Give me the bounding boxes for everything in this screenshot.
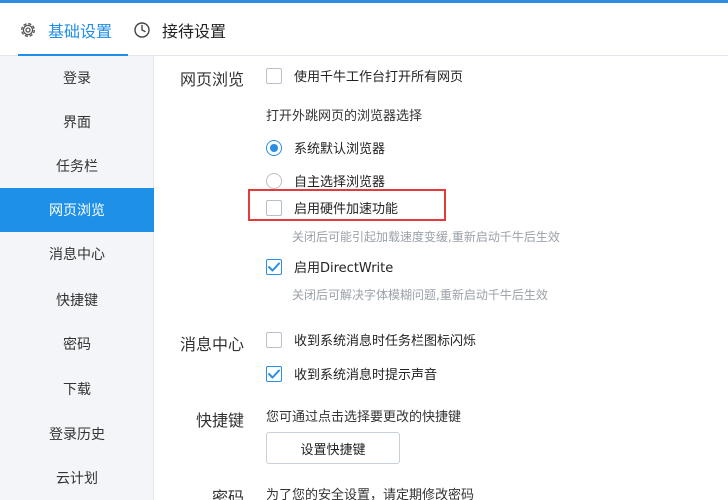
open-all-pages-checkbox[interactable]: [266, 67, 282, 84]
open-all-pages-option[interactable]: 使用千牛工作台打开所有网页: [266, 66, 463, 85]
checkmark-icon: [268, 369, 280, 378]
flash-taskbar-label: 收到系统消息时任务栏图标闪烁: [294, 334, 477, 349]
section-title-password: 密码: [212, 488, 245, 500]
hardware-accel-option[interactable]: 启用硬件加速功能: [266, 198, 398, 217]
default-browser-option[interactable]: 系统默认浏览器: [266, 138, 385, 157]
custom-browser-label: 自主选择浏览器: [294, 175, 386, 190]
settings-tab-bar: 基础设置 接待设置: [0, 3, 728, 56]
hardware-accel-hint: 关闭后可能引起加载速度变缓,重新启动千牛后生效: [292, 230, 560, 244]
directwrite-checkbox[interactable]: [266, 258, 282, 275]
sidebar-item-shortcuts[interactable]: 快捷键: [0, 278, 154, 322]
sidebar-item-label: 消息中心: [49, 247, 105, 263]
settings-sidebar: 登录 界面 任务栏 网页浏览 消息中心 快捷键 密码 下载 登录历史 云计划: [0, 56, 154, 500]
sidebar-item-label: 快捷键: [56, 293, 98, 309]
sidebar-item-label: 界面: [63, 115, 91, 131]
sidebar-item-label: 云计划: [56, 471, 98, 487]
section-title-shortcuts: 快捷键: [196, 411, 245, 430]
sidebar-item-cloud-plan[interactable]: 云计划: [0, 456, 154, 500]
sound-alert-checkbox[interactable]: [266, 365, 282, 382]
sidebar-item-login[interactable]: 登录: [0, 56, 154, 100]
sidebar-item-taskbar[interactable]: 任务栏: [0, 144, 154, 188]
tab-reception-settings[interactable]: 接待设置: [132, 3, 226, 56]
clock-icon: [132, 20, 152, 40]
flash-taskbar-option[interactable]: 收到系统消息时任务栏图标闪烁: [266, 330, 476, 349]
directwrite-option[interactable]: 启用DirectWrite: [266, 257, 393, 276]
hardware-accel-checkbox[interactable]: [266, 199, 282, 216]
section-title-message-center: 消息中心: [180, 335, 245, 354]
set-shortcuts-button[interactable]: 设置快捷键: [266, 432, 400, 464]
radio-selected-dot: [270, 143, 278, 152]
sidebar-item-label: 网页浏览: [49, 203, 105, 219]
settings-content: 网页浏览 使用千牛工作台打开所有网页 打开外跳网页的浏览器选择 系统默认浏览器 …: [155, 56, 728, 500]
sidebar-item-label: 任务栏: [56, 159, 98, 175]
checkmark-icon: [268, 262, 280, 271]
sound-alert-label: 收到系统消息时提示声音: [294, 368, 438, 383]
custom-browser-radio[interactable]: [266, 172, 282, 189]
sidebar-item-label: 下载: [63, 382, 91, 398]
tab-basic-settings[interactable]: 基础设置: [18, 3, 129, 56]
gear-icon: [18, 20, 38, 40]
sidebar-item-download[interactable]: 下载: [0, 367, 154, 411]
directwrite-hint: 关闭后可解决字体模糊问题,重新启动千牛后生效: [292, 288, 548, 302]
section-title-web-browsing: 网页浏览: [180, 70, 245, 89]
sound-alert-option[interactable]: 收到系统消息时提示声音: [266, 364, 437, 383]
sidebar-item-password[interactable]: 密码: [0, 322, 154, 366]
sidebar-item-label: 登录历史: [49, 427, 105, 443]
default-browser-radio[interactable]: [266, 139, 282, 156]
tab-reception-settings-label: 接待设置: [162, 21, 227, 41]
hardware-accel-label: 启用硬件加速功能: [294, 202, 399, 217]
password-description: 为了您的安全设置，请定期修改密码: [266, 488, 475, 500]
directwrite-label: 启用DirectWrite: [294, 261, 394, 276]
open-all-pages-label: 使用千牛工作台打开所有网页: [294, 70, 464, 85]
sidebar-item-interface[interactable]: 界面: [0, 100, 154, 144]
sidebar-item-message-center[interactable]: 消息中心: [0, 232, 154, 276]
sidebar-item-web-browsing[interactable]: 网页浏览: [0, 188, 154, 232]
flash-taskbar-checkbox[interactable]: [266, 331, 282, 348]
tab-basic-settings-label: 基础设置: [48, 21, 113, 41]
sidebar-item-login-history[interactable]: 登录历史: [0, 412, 154, 456]
shortcuts-description: 您可通过点击选择要更改的快捷键: [266, 410, 462, 425]
sidebar-item-label: 密码: [63, 337, 91, 353]
sidebar-item-label: 登录: [63, 71, 91, 87]
custom-browser-option[interactable]: 自主选择浏览器: [266, 171, 385, 190]
default-browser-label: 系统默认浏览器: [294, 142, 386, 157]
browser-choice-label: 打开外跳网页的浏览器选择: [266, 109, 423, 124]
